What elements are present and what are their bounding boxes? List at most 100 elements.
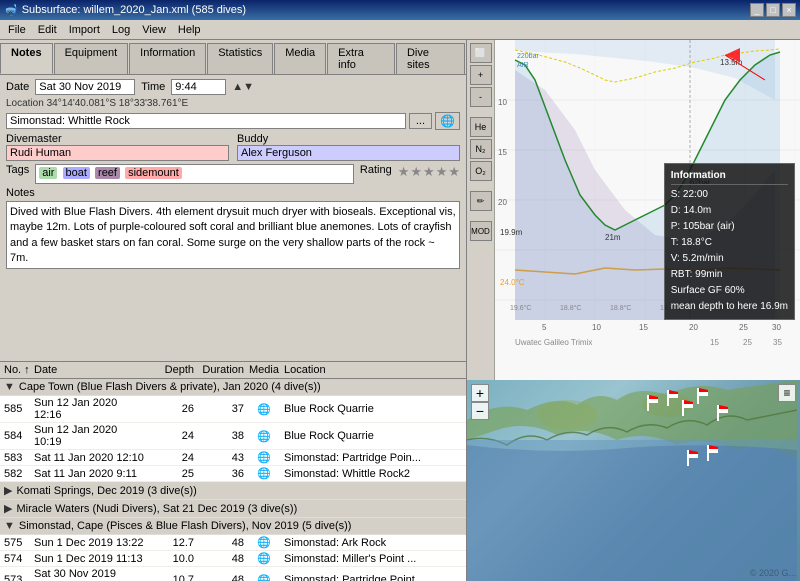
menu-help[interactable]: Help [172,22,207,38]
dive-date: Sat 11 Jan 2020 9:11 [34,468,144,480]
info-s: S: 22:00 [671,187,788,203]
svg-text:20: 20 [498,198,507,207]
tag-boat: boat [63,167,90,179]
dive-row-573[interactable]: 573 Sat 30 Nov 2019 14:07 10.7 48 🌐 Simo… [0,567,466,581]
menu-log[interactable]: Log [106,22,136,38]
tags-label: Tags [6,164,29,176]
time-spinner[interactable]: ▲▼ [232,81,254,93]
toolbar-o2-button[interactable]: O₂ [470,161,492,181]
notes-textarea[interactable]: Dived with Blue Flash Divers. 4th elemen… [6,201,460,269]
buddy-input[interactable] [237,145,460,161]
star-rating[interactable]: ★ ★ ★ ★ ★ [398,164,460,180]
dive-row-584[interactable]: 584 Sun 12 Jan 2020 10:19 24 38 🌐 Blue R… [0,423,466,450]
location-input[interactable] [6,113,406,129]
dive-date: Sat 30 Nov 2019 14:07 [34,568,144,581]
dive-row-574[interactable]: 574 Sun 1 Dec 2019 11:13 10.0 48 🌐 Simon… [0,551,466,567]
group-simonstad-nov2019[interactable]: ▼ Simonstad, Cape (Pisces & Blue Flash D… [0,518,466,535]
menu-import[interactable]: Import [63,22,106,38]
profile-area: ⬜ + - He N₂ O₂ ✏ MOD [467,40,800,380]
svg-text:19.9m: 19.9m [500,228,523,237]
tag-sidemount: sidemount [125,167,182,179]
header-location[interactable]: Location [284,364,462,376]
map-svg [467,380,800,581]
maximize-button[interactable]: □ [766,3,780,17]
date-input[interactable] [35,79,135,95]
star-2[interactable]: ★ [410,164,422,180]
dive-list-container[interactable]: No. ↑ Date Depth Duration Media Location… [0,361,466,581]
menu-view[interactable]: View [136,22,172,38]
group-label: Simonstad, Cape (Pisces & Blue Flash Div… [19,520,352,532]
tab-information[interactable]: Information [129,43,206,74]
menu-file[interactable]: File [2,22,32,38]
dive-row-583[interactable]: 583 Sat 11 Jan 2020 12:10 24 43 🌐 Simons… [0,450,466,466]
star-1[interactable]: ★ [398,164,410,180]
svg-text:30: 30 [772,323,781,332]
dive-row-585[interactable]: 585 Sun 12 Jan 2020 12:16 26 37 🌐 Blue R… [0,396,466,423]
coord-text: Location 34°14'40.081°S 18°33'38.761°E [6,98,188,109]
toolbar-fit-button[interactable]: ⬜ [470,43,492,63]
title-bar-left: 🤿 Subsurface: willem_2020_Jan.xml (585 d… [4,4,246,17]
dive-no: 585 [4,403,34,415]
dive-no: 573 [4,574,34,581]
group-cape-town-jan2020[interactable]: ▼ Cape Town (Blue Flash Divers & private… [0,379,466,396]
header-duration[interactable]: Duration [194,364,244,376]
dive-date: Sun 12 Jan 2020 12:16 [34,397,144,421]
globe-button[interactable]: 🌐 [435,112,460,130]
dive-media: 🌐 [244,403,284,416]
tags-box[interactable]: air boat reef sidemount [35,164,354,184]
menu-bar: File Edit Import Log View Help [0,20,800,40]
dive-row-575[interactable]: 575 Sun 1 Dec 2019 13:22 12.7 48 🌐 Simon… [0,535,466,551]
zoom-out-button[interactable]: − [471,402,489,420]
dive-list-header: No. ↑ Date Depth Duration Media Location [0,362,466,379]
group-expand-icon: ▼ [4,381,15,393]
header-date[interactable]: Date [34,364,144,376]
svg-text:AIR: AIR [517,62,529,69]
svg-text:35: 35 [773,338,782,347]
close-button[interactable]: × [782,3,796,17]
svg-text:21m: 21m [605,233,621,242]
star-5[interactable]: ★ [448,164,460,180]
group-miracle-dec2019[interactable]: ▶ Miracle Waters (Nudi Divers), Sat 21 D… [0,500,466,518]
tag-reef: reef [95,167,120,179]
zoom-in-button[interactable]: + [471,384,489,402]
right-panel: ⬜ + - He N₂ O₂ ✏ MOD [467,40,800,581]
header-depth[interactable]: Depth [144,364,194,376]
info-rbt: RBT: 99min [671,267,788,283]
divemaster-input[interactable] [6,145,229,161]
info-box: Information S: 22:00 D: 14.0m P: 105bar … [664,163,795,320]
svg-text:15: 15 [498,148,507,157]
minimize-button[interactable]: _ [750,3,764,17]
group-label: Komati Springs, Dec 2019 (3 dive(s)) [16,485,196,497]
dive-duration: 48 [194,537,244,549]
tab-media[interactable]: Media [274,43,326,74]
toolbar-mod-button[interactable]: MOD [470,221,492,241]
toolbar-n2-button[interactable]: N₂ [470,139,492,159]
dive-duration: 37 [194,403,244,415]
tab-statistics[interactable]: Statistics [207,43,273,74]
toolbar-pencil-button[interactable]: ✏ [470,191,492,211]
time-input[interactable] [171,79,226,95]
dive-no: 583 [4,452,34,464]
svg-text:15: 15 [639,323,648,332]
map-menu-button[interactable]: ≡ [778,384,796,402]
info-box-title: Information [671,168,788,185]
tab-dive-sites[interactable]: Dive sites [396,43,465,74]
notes-panel: Date Time ▲▼ Location 34°14'40.081°S 18°… [0,75,466,361]
tab-extra-info[interactable]: Extra info [327,43,395,74]
profile-wrapper: 10 15 20 [495,40,800,380]
toolbar-he-button[interactable]: He [470,117,492,137]
group-komati-dec2019[interactable]: ▶ Komati Springs, Dec 2019 (3 dive(s)) [0,482,466,500]
dive-location: Simonstad: Ark Rock [284,537,462,549]
menu-edit[interactable]: Edit [32,22,63,38]
header-media[interactable]: Media [244,364,284,376]
star-3[interactable]: ★ [423,164,435,180]
dive-no: 574 [4,553,34,565]
tab-equipment[interactable]: Equipment [54,43,129,74]
toolbar-zoom-in-button[interactable]: + [470,65,492,85]
location-browse-button[interactable]: ... [409,113,432,129]
svg-text:19.6°C: 19.6°C [510,304,531,312]
star-4[interactable]: ★ [436,164,448,180]
toolbar-zoom-out-button[interactable]: - [470,87,492,107]
tab-notes[interactable]: Notes [0,43,53,74]
dive-row-582[interactable]: 582 Sat 11 Jan 2020 9:11 25 36 🌐 Simonst… [0,466,466,482]
